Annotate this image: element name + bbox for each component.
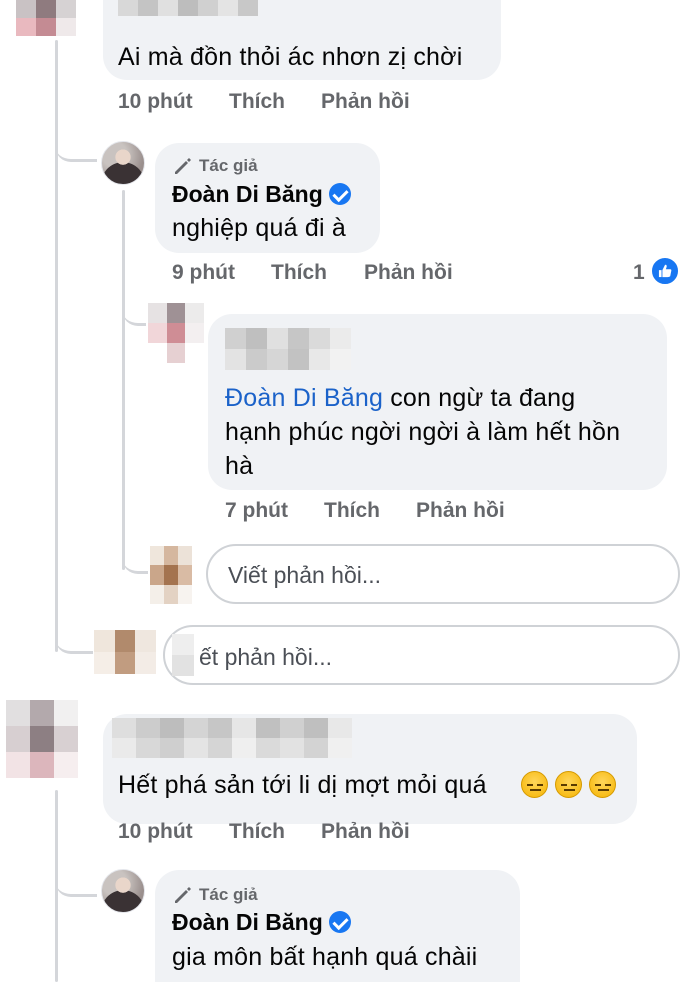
comment-time[interactable]: 10 phút — [118, 90, 193, 114]
commenter-name-censored[interactable] — [225, 328, 351, 370]
thread-line-reply1 — [122, 190, 125, 570]
reply-button[interactable]: Phản hồi — [416, 499, 505, 523]
avatar-censored[interactable] — [6, 700, 78, 778]
thread-curve-reply2 — [122, 292, 146, 326]
verified-badge-icon — [329, 911, 351, 933]
comment-time[interactable]: 10 phút — [118, 820, 193, 844]
author-avatar[interactable] — [101, 141, 145, 185]
author-name[interactable]: Đoàn Di Băng — [172, 181, 323, 208]
thread-curve-reply1 — [55, 120, 97, 162]
like-icon[interactable] — [650, 256, 680, 286]
pencil-icon — [175, 158, 191, 174]
mention-link[interactable]: Đoàn Di Băng — [225, 384, 383, 412]
current-user-avatar-censored — [150, 546, 192, 604]
avatar-censored[interactable] — [16, 0, 76, 36]
like-button[interactable]: Thích — [271, 261, 327, 285]
reply-time[interactable]: 7 phút — [225, 499, 288, 523]
author-avatar[interactable] — [101, 869, 145, 913]
expressionless-face-icon — [555, 771, 582, 798]
expressionless-face-icon — [521, 771, 548, 798]
commenter-name-censored[interactable] — [118, 0, 258, 16]
author-badge: Tác giả — [199, 885, 258, 904]
reply-text-line1: con ngừ ta đang — [383, 384, 576, 412]
reply-text: Đoàn Di Băng con ngừ ta đang — [225, 381, 575, 415]
comment-text: Ai mà đồn thỏi ác nhơn zị chời — [118, 43, 463, 71]
verified-badge-icon — [329, 183, 351, 205]
author-badge: Tác giả — [199, 156, 258, 175]
reply-time[interactable]: 9 phút — [172, 261, 235, 285]
expressionless-face-icon — [589, 771, 616, 798]
thread-curve-replybox-outer — [55, 620, 93, 654]
thread-curve-replybox-inner — [122, 540, 148, 574]
thread-curve-reply3 — [55, 855, 97, 897]
author-name[interactable]: Đoàn Di Băng — [172, 909, 323, 936]
like-button[interactable]: Thích — [229, 90, 285, 114]
reply-text: nghiệp quá đi à — [172, 214, 346, 242]
reply-text-line3: hà — [225, 452, 254, 480]
comment-text: Hết phá sản tới li dị mợt mỏi quá — [118, 771, 487, 799]
reaction-count[interactable]: 1 — [633, 261, 645, 285]
commenter-name-censored[interactable] — [112, 718, 352, 758]
reply-text: gia môn bất hạnh quá chàii — [172, 943, 478, 971]
like-button[interactable]: Thích — [229, 820, 285, 844]
reply-input-obscured — [172, 634, 194, 676]
reply-input-placeholder: Viết phản hồi... — [228, 562, 382, 588]
like-button[interactable]: Thích — [324, 499, 380, 523]
reply-input-placeholder: ết phản hồi... — [199, 644, 332, 670]
pencil-icon — [175, 887, 191, 903]
reply-button[interactable]: Phản hồi — [321, 820, 410, 844]
reply-text-line2: hạnh phúc ngời ngời à làm hết hồn — [225, 418, 621, 446]
reply-button[interactable]: Phản hồi — [321, 90, 410, 114]
reply-button[interactable]: Phản hồi — [364, 261, 453, 285]
current-user-avatar-censored — [94, 630, 156, 674]
avatar-censored[interactable] — [148, 303, 204, 363]
